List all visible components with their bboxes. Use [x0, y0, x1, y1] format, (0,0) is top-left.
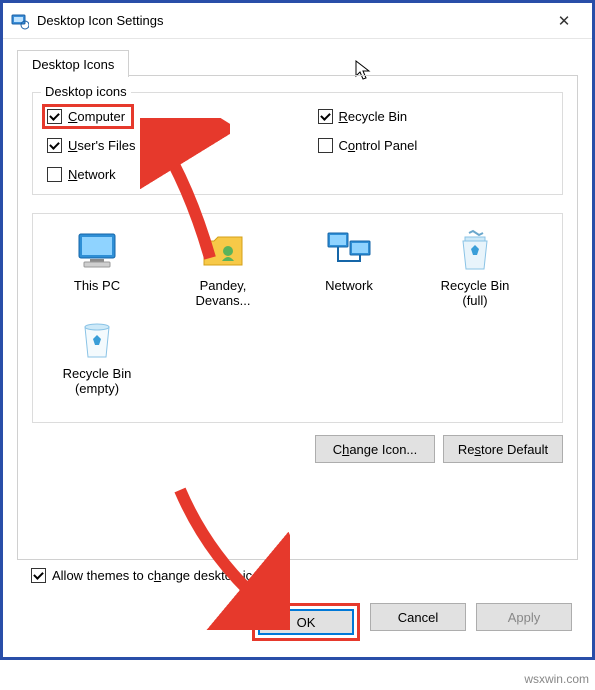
icon-label: Pandey,: [171, 278, 275, 293]
apply-button[interactable]: Apply: [476, 603, 572, 631]
tab-desktop-icons[interactable]: Desktop Icons: [17, 50, 129, 77]
recycle-empty-icon: [45, 316, 149, 362]
checkbox-label: User's Files: [68, 138, 136, 153]
network-icon: [297, 228, 401, 274]
checkbox-box: [47, 138, 62, 153]
ok-button[interactable]: OK: [258, 609, 354, 635]
highlight-computer: Computer: [42, 104, 134, 129]
this-pc-icon: [45, 228, 149, 274]
icon-label2: Devans...: [171, 293, 275, 308]
icon-user-folder[interactable]: Pandey, Devans...: [169, 224, 277, 312]
icon-preview-panel: This PC Pandey, Devans...: [32, 213, 563, 423]
icon-label: Recycle Bin: [45, 366, 149, 381]
window-title: Desktop Icon Settings: [37, 13, 544, 28]
folder-icon: [171, 228, 275, 274]
icon-label: This PC: [45, 278, 149, 293]
icon-label2: (full): [423, 293, 527, 308]
dialog-button-row: OK Cancel Apply: [3, 587, 592, 657]
checkbox-computer[interactable]: Computer: [47, 109, 278, 124]
checkbox-network[interactable]: Network: [47, 167, 278, 182]
icon-network[interactable]: Network: [295, 224, 403, 312]
titlebar: Desktop Icon Settings ✕: [3, 3, 592, 39]
checkbox-label: Computer: [68, 109, 125, 124]
desktop-icons-group: Desktop icons Computer Recycle Bin: [32, 92, 563, 195]
icon-label2: (empty): [45, 381, 149, 396]
dialog-window: Desktop Icon Settings ✕ Desktop Icons De…: [0, 0, 595, 660]
icon-recycle-full[interactable]: Recycle Bin (full): [421, 224, 529, 312]
icon-button-row: Change Icon... Restore Default: [32, 435, 563, 463]
tab-panel: Desktop icons Computer Recycle Bin: [17, 76, 578, 560]
recycle-full-icon: [423, 228, 527, 274]
checkbox-box: [318, 138, 333, 153]
icon-recycle-empty[interactable]: Recycle Bin (empty): [43, 312, 151, 400]
checkbox-label: Allow themes to change desktop icons: [52, 568, 273, 583]
close-button[interactable]: ✕: [544, 12, 584, 30]
group-legend: Desktop icons: [41, 84, 131, 99]
checkbox-allow-themes[interactable]: Allow themes to change desktop icons: [31, 568, 578, 583]
checkbox-box: [47, 167, 62, 182]
change-icon-button[interactable]: Change Icon...: [315, 435, 435, 463]
icon-label: Recycle Bin: [423, 278, 527, 293]
checkbox-recycle-bin[interactable]: Recycle Bin: [318, 109, 549, 124]
icon-label: Network: [297, 278, 401, 293]
checkbox-box: [318, 109, 333, 124]
watermark: wsxwin.com: [524, 672, 589, 686]
checkbox-control-panel[interactable]: Control Panel: [318, 138, 549, 153]
highlight-ok: OK: [252, 603, 360, 641]
checkbox-box: [47, 109, 62, 124]
icon-this-pc[interactable]: This PC: [43, 224, 151, 312]
checkbox-label: Recycle Bin: [339, 109, 408, 124]
checkbox-users-files[interactable]: User's Files: [47, 138, 278, 153]
tabs: Desktop Icons: [3, 39, 592, 76]
checkbox-label: Network: [68, 167, 116, 182]
cancel-button[interactable]: Cancel: [370, 603, 466, 631]
restore-default-button[interactable]: Restore Default: [443, 435, 563, 463]
checkbox-box: [31, 568, 46, 583]
app-icon: [11, 12, 29, 30]
checkbox-label: Control Panel: [339, 138, 418, 153]
